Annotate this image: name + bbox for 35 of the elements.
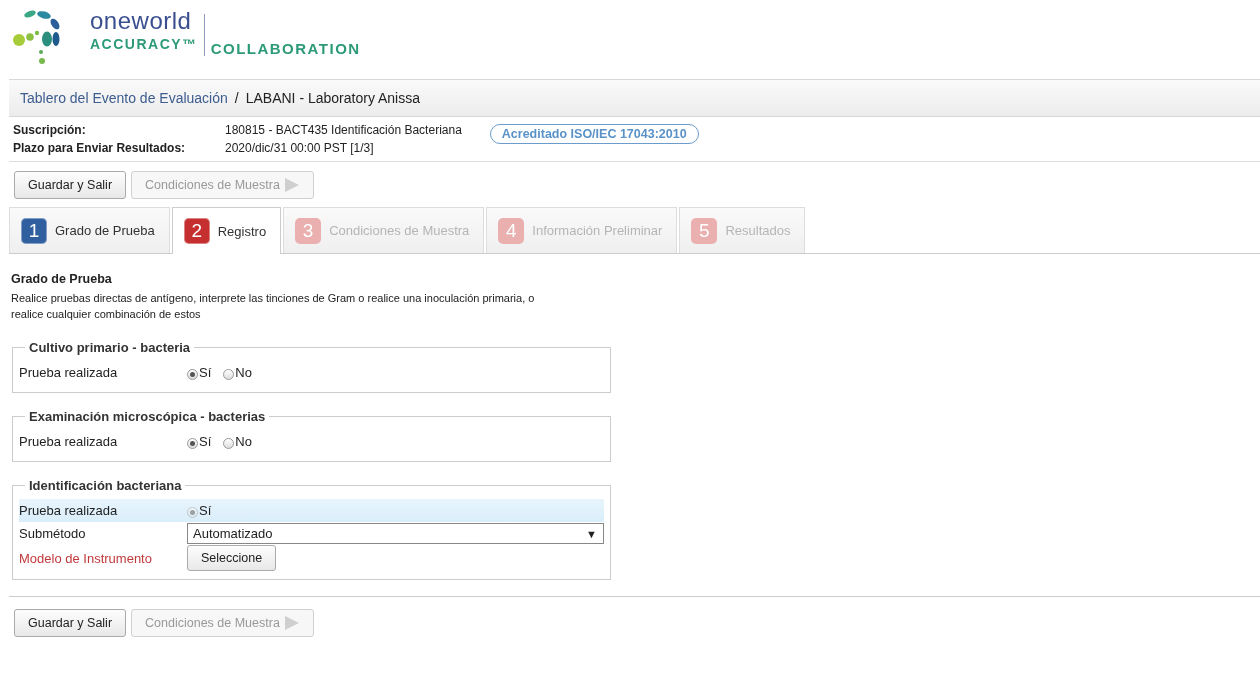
radio-option[interactable]: No (223, 434, 252, 449)
info-label: Suscripción: (13, 123, 87, 137)
step-tab[interactable]: 1 Grado de Prueba (9, 207, 170, 253)
save-button[interactable]: Guardar y Salir (14, 171, 127, 199)
field-label: Prueba realizada (19, 433, 119, 451)
step-number: 5 (691, 217, 718, 244)
radio-option[interactable]: Sí (187, 365, 212, 380)
select-button[interactable]: Seleccione (187, 545, 277, 571)
logo-tagline: ACCURACY™ (90, 36, 198, 52)
step-tab[interactable]: 2 Registro (171, 207, 282, 254)
description-text: Realice pruebas directas de antígeno, interprete las tinciones de Gram o realice una inoculación primaria, o realice cualquier combinación de estos (11, 291, 536, 322)
info-value: 180815 - BACT435 Identificación Bacteriana (225, 123, 462, 137)
step-number: 4 (498, 217, 525, 244)
breadcrumb-current: LABANI - Laboratory Anissa (245, 90, 420, 106)
field-label: Prueba realizada (19, 364, 119, 382)
step-number: 1 (21, 217, 47, 244)
logo-partner: COLLABORATION (210, 40, 361, 57)
breadcrumb-link[interactable]: Tablero del Evento de Evaluación (20, 90, 228, 106)
step-number: 3 (295, 217, 322, 244)
radio-option[interactable]: No (223, 365, 252, 380)
field-label: Submétodo (19, 525, 87, 543)
step-number: 2 (183, 218, 210, 244)
logo-name: oneworld (90, 9, 193, 33)
section-title: Cultivo primario - bacteria (28, 340, 192, 355)
radio-option[interactable]: Sí (187, 434, 212, 449)
field-label: Prueba realizada (19, 499, 187, 522)
dropdown[interactable]: Automatizado ▼ (187, 523, 604, 544)
section-title: Identificación bacteriana (28, 478, 183, 493)
save-button[interactable]: Guardar y Salir (14, 609, 127, 637)
breadcrumb-separator: / (234, 90, 239, 106)
info-label: Plazo para Enviar Resultados: (13, 141, 187, 155)
section-heading: Grado de Prueba (11, 272, 113, 286)
info-value: 2020/dic/31 00:00 PST [1/3] (225, 141, 375, 155)
section-title: Examinación microscópica - bacterias (28, 409, 267, 424)
field-label: Modelo de Instrumento (19, 549, 153, 568)
